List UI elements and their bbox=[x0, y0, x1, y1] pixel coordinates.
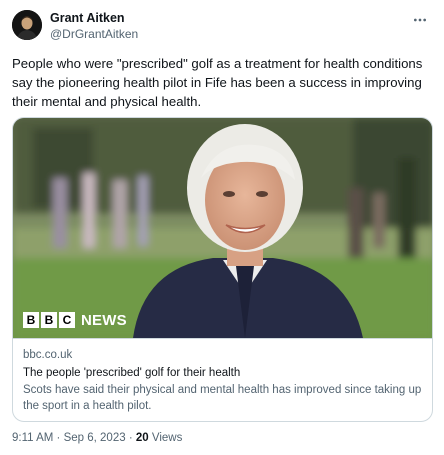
card-image bbox=[13, 118, 432, 338]
bbc-logo-letter: C bbox=[59, 312, 75, 328]
bbc-logo-letter: B bbox=[23, 312, 39, 328]
author-avatar[interactable] bbox=[12, 10, 42, 40]
more-options-button[interactable] bbox=[410, 12, 430, 28]
bbc-logo-letter: B bbox=[41, 312, 57, 328]
tweet: Grant Aitken @DrGrantAitken People who w… bbox=[0, 0, 444, 455]
bbc-news-logo: B B C NEWS bbox=[23, 311, 127, 329]
tweet-text: People who were "prescribed" golf as a t… bbox=[12, 56, 423, 109]
meta-separator: · bbox=[128, 432, 133, 444]
card-title: The people 'prescribed' golf for their h… bbox=[23, 367, 241, 379]
article-photo bbox=[13, 118, 432, 338]
meta-separator: · bbox=[56, 432, 61, 444]
tweet-date[interactable]: Sep 6, 2023 bbox=[64, 432, 126, 444]
tweet-time[interactable]: 9:11 AM bbox=[12, 432, 53, 444]
link-card[interactable]: B B C NEWS bbc.co.uk The people 'prescri… bbox=[12, 117, 433, 422]
card-description: Scots have said their physical and menta… bbox=[23, 384, 422, 412]
avatar-image bbox=[12, 10, 42, 40]
card-domain: bbc.co.uk bbox=[23, 349, 73, 361]
author-name[interactable]: Grant Aitken bbox=[50, 11, 125, 25]
more-horizontal-icon bbox=[414, 18, 426, 22]
views-count: 20 bbox=[135, 432, 149, 444]
author-handle[interactable]: @DrGrantAitken bbox=[50, 27, 138, 41]
tweet-meta: 9:11 AM · Sep 6, 2023 · 20 Views bbox=[12, 432, 182, 444]
card-body: bbc.co.uk The people 'prescribed' golf f… bbox=[13, 338, 432, 421]
views-label: Views bbox=[151, 432, 183, 444]
bbc-logo-word: NEWS bbox=[81, 311, 127, 329]
